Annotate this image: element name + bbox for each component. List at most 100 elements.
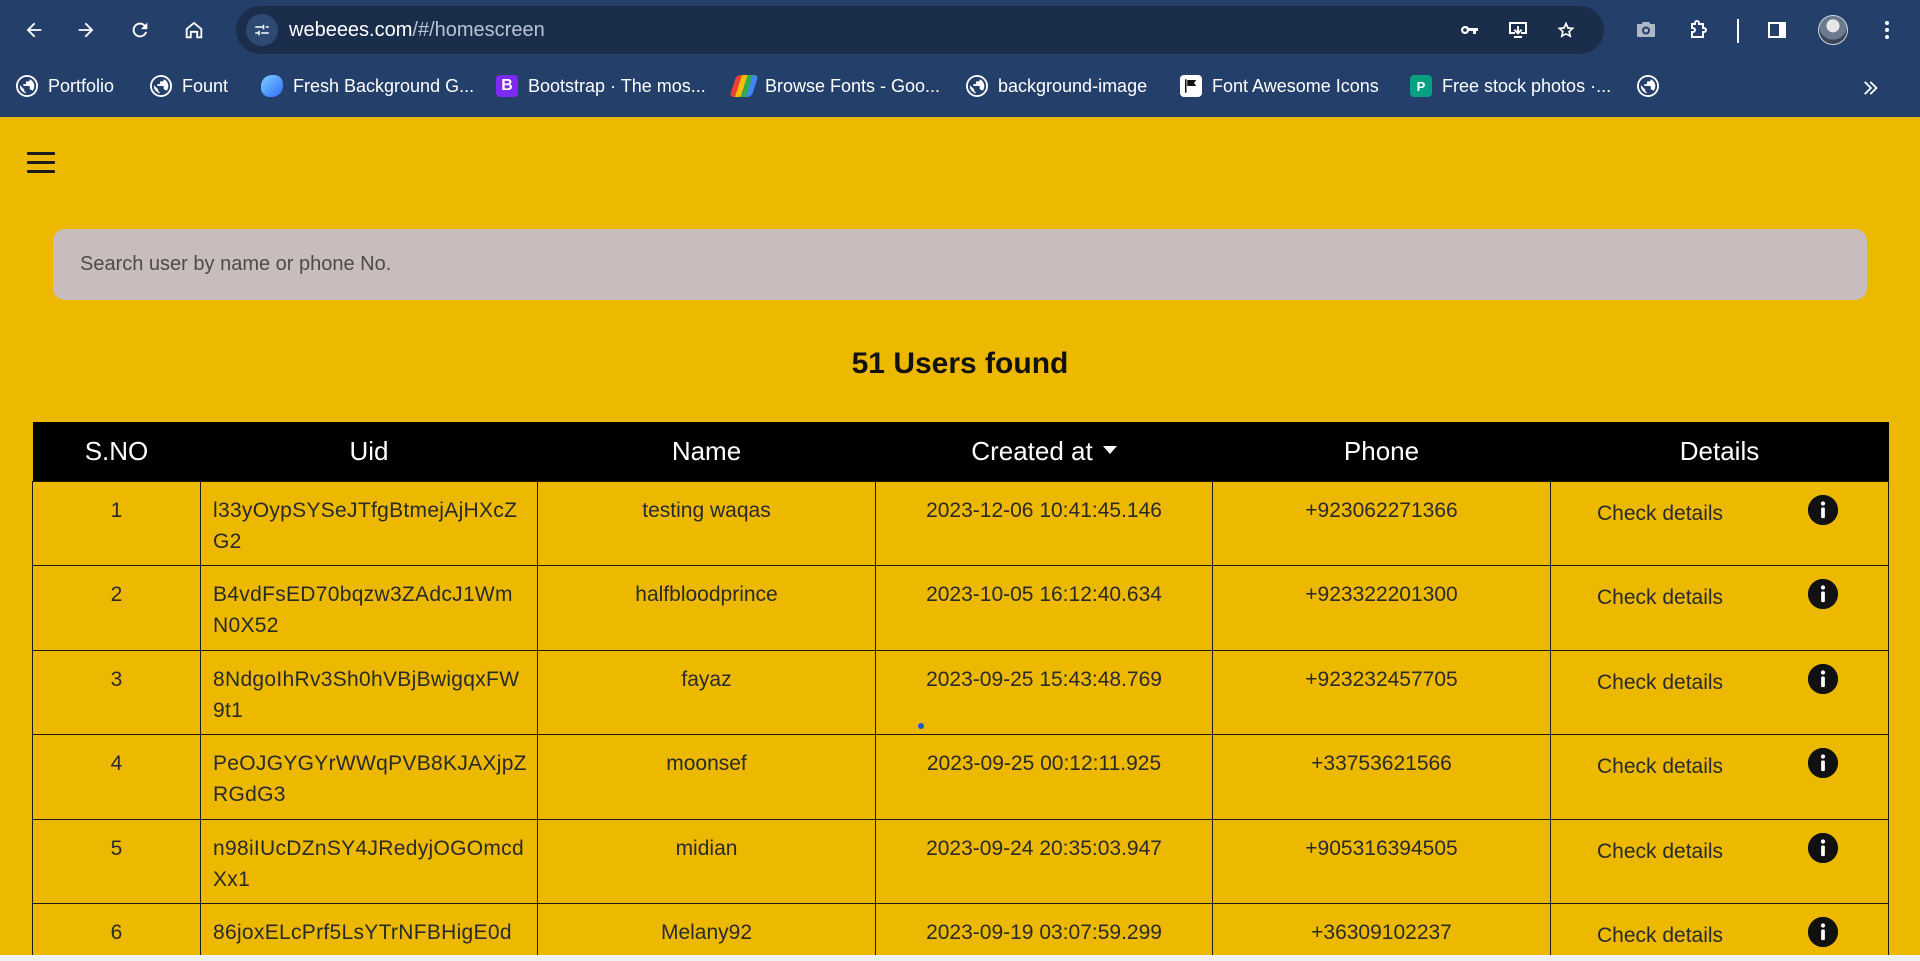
forward-button[interactable] (68, 12, 104, 48)
url-path: /#/homescreen (412, 19, 545, 41)
column-header-label: Created at (971, 435, 1093, 466)
table-row: 4 PeOJGYGYrWWqPVB8KJAXjpZRGdG3 moonsef 2023… (32, 734, 1889, 820)
bookmarks-bar: Portfolio Fount Fresh Background G... B … (0, 66, 1920, 106)
bookmark-star-icon[interactable] (1554, 18, 1578, 42)
column-header-details: Details (1550, 422, 1889, 481)
toolbar-divider (1737, 19, 1739, 43)
bookmark-label: Fresh Background G... (293, 75, 475, 96)
globe-icon (966, 75, 988, 97)
screenshot-camera-icon[interactable] (1631, 15, 1661, 45)
cell-name: halfbloodprince (537, 565, 876, 651)
home-button[interactable] (176, 12, 212, 48)
home-icon (185, 21, 203, 39)
check-details-link[interactable]: Check details (1597, 840, 1723, 863)
cell-created-at: 2023-09-19 03:07:59.299 (875, 903, 1213, 961)
site-info-button[interactable] (246, 14, 278, 46)
cell-name: midian (537, 818, 876, 904)
cell-uid: 86joxELcPrf5LsYTrNFBHigE0d (200, 903, 538, 961)
tune-icon (255, 24, 269, 36)
bookmark-label: Fount (182, 75, 229, 96)
bookmark-pexels[interactable]: P Free stock photos ·... (1410, 70, 1611, 102)
table-row: 3 8NdgoIhRv3Sh0hVBjBwigqxFW9t1 fayaz 2023-0… (32, 649, 1889, 735)
info-icon[interactable] (1808, 579, 1838, 609)
check-details-link[interactable]: Check details (1597, 671, 1723, 694)
install-app-icon[interactable] (1506, 18, 1530, 42)
font-awesome-flag-icon (1180, 75, 1202, 97)
address-bar[interactable]: webeees.com/#/homescreen (236, 6, 1604, 54)
cell-created-at: 2023-12-06 10:41:45.146 (875, 480, 1213, 566)
table-row: 6 86joxELcPrf5LsYTrNFBHigE0d Melany92 2023-… (32, 903, 1889, 961)
cell-sno: 1 (32, 480, 201, 566)
pexels-icon: P (1410, 75, 1432, 97)
info-icon[interactable] (1808, 832, 1838, 863)
users-table: S.NO Uid Name Created at Phone Details 1… (32, 422, 1889, 961)
extensions-puzzle-icon[interactable] (1684, 15, 1714, 45)
reload-icon (132, 22, 148, 38)
column-header-phone: Phone (1212, 422, 1551, 481)
column-header-sno: S.NO (32, 422, 201, 481)
info-icon[interactable] (1808, 494, 1838, 525)
bookmark-background-image[interactable]: background-image (966, 70, 1147, 102)
bookmark-font-awesome[interactable]: Font Awesome Icons (1180, 70, 1379, 102)
cell-details: Check details (1550, 480, 1889, 566)
horizontal-scrollbar[interactable] (0, 955, 1920, 961)
google-fonts-icon (729, 75, 759, 97)
info-icon[interactable] (1808, 748, 1838, 778)
bookmark-label: Bootstrap · The mos... (528, 75, 706, 96)
browser-toolbar: webeees.com/#/homescreen (0, 0, 1920, 60)
browser-chrome: webeees.com/#/homescreen Portfolio Fount… (0, 0, 1920, 117)
bookmark-portfolio[interactable]: Portfolio (16, 70, 114, 102)
cell-created-at: 2023-09-25 15:43:48.769 (875, 649, 1213, 735)
cell-phone: +923062271366 (1212, 480, 1551, 566)
cell-sno: 3 (32, 649, 201, 735)
globe-icon (16, 75, 38, 97)
column-header-uid: Uid (200, 422, 538, 481)
more-menu-icon[interactable] (1872, 15, 1902, 45)
cell-name: moonsef (537, 734, 876, 820)
side-panel-icon[interactable] (1762, 15, 1792, 45)
check-details-link[interactable]: Check details (1597, 924, 1723, 947)
search-input[interactable] (53, 229, 1867, 300)
bookmark-label: background-image (998, 75, 1148, 96)
cell-uid: n98iIUcDZnSY4JRedyjOGOmcdXx1 (200, 818, 538, 904)
info-icon[interactable] (1808, 663, 1838, 694)
bootstrap-icon: B (496, 75, 518, 97)
fresh-background-icon (261, 75, 283, 97)
check-details-link[interactable]: Check details (1597, 502, 1723, 525)
bookmarks-overflow-button[interactable] (1856, 74, 1884, 102)
check-details-link[interactable]: Check details (1597, 586, 1723, 609)
cell-phone: +33753621566 (1212, 734, 1551, 820)
cell-uid: PeOJGYGYrWWqPVB8KJAXjpZRGdG3 (200, 734, 538, 820)
globe-icon (1637, 75, 1659, 97)
cell-details: Check details (1550, 734, 1889, 820)
back-button[interactable] (16, 12, 52, 48)
bookmark-fresh-background[interactable]: Fresh Background G... (261, 70, 474, 102)
bookmark-google-fonts[interactable]: Browse Fonts - Goo... (729, 70, 941, 102)
cell-uid: 8NdgoIhRv3Sh0hVBjBwigqxFW9t1 (200, 649, 538, 735)
bookmark-label: Browse Fonts - Goo... (765, 75, 941, 96)
cell-created-at: 2023-10-05 16:12:40.634 (875, 565, 1213, 651)
cell-name: fayaz (537, 649, 876, 735)
cell-sno: 6 (32, 903, 201, 961)
hamburger-menu-icon[interactable] (27, 151, 57, 175)
table-row: 1 l33yOypSYSeJTfgBtmejAjHXcZG2 testing waq… (32, 480, 1889, 566)
column-header-created-at[interactable]: Created at (875, 422, 1213, 481)
reload-button[interactable] (122, 12, 158, 48)
password-key-icon[interactable] (1458, 18, 1482, 42)
cell-details: Check details (1550, 903, 1889, 961)
info-icon[interactable] (1808, 917, 1838, 947)
bookmark-label: Free stock photos ·... (1442, 75, 1612, 96)
bookmark-bootstrap[interactable]: B Bootstrap · The mos... (496, 70, 706, 102)
profile-avatar[interactable] (1818, 15, 1848, 45)
bookmark-untitled[interactable] (1637, 70, 1669, 102)
users-found-count: 51 Users found (851, 347, 1069, 380)
cell-phone: +923322201300 (1212, 565, 1551, 651)
cell-created-at: 2023-09-25 00:12:11.925 (875, 734, 1213, 820)
cell-phone: +36309102237 (1212, 903, 1551, 961)
bookmark-fount[interactable]: Fount (150, 70, 228, 102)
url-text[interactable]: webeees.com/#/homescreen (289, 6, 545, 54)
column-header-name: Name (537, 422, 876, 481)
cell-details: Check details (1550, 649, 1889, 735)
check-details-link[interactable]: Check details (1597, 755, 1723, 778)
cell-name: Melany92 (537, 903, 876, 961)
